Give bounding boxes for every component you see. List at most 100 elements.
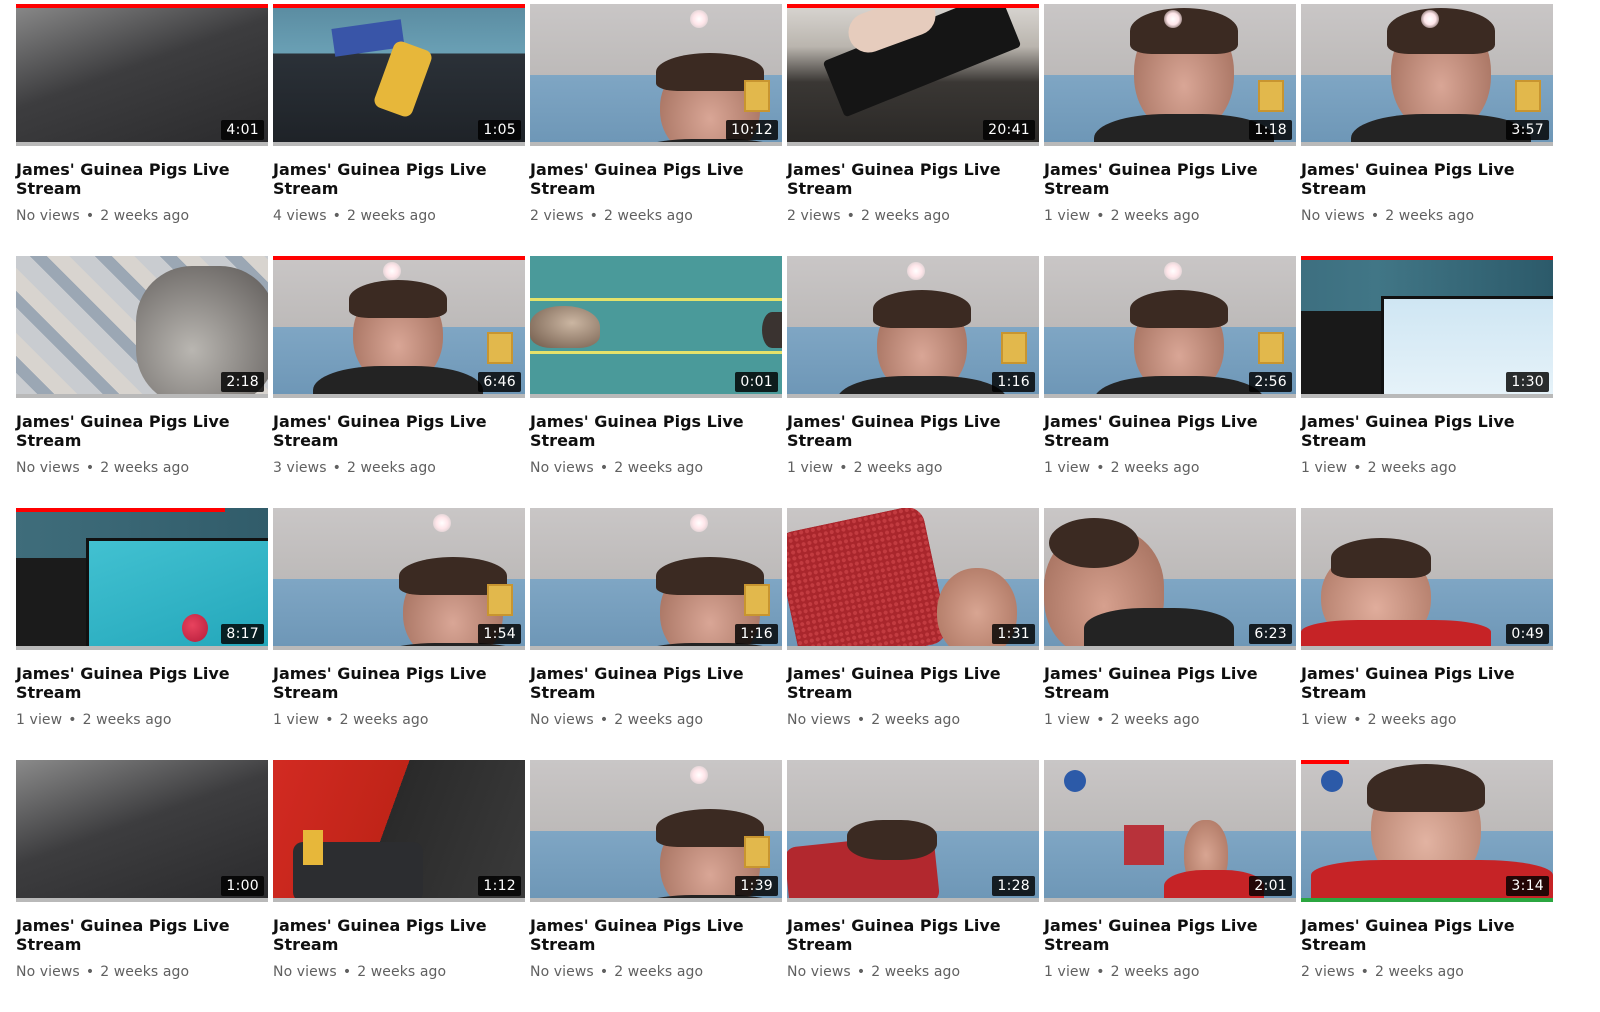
video-metadata: No views • 2 weeks ago: [16, 208, 268, 224]
video-title[interactable]: James' Guinea Pigs Live Stream: [787, 412, 1027, 450]
video-thumbnail[interactable]: 1:05: [273, 4, 525, 146]
video-thumbnail[interactable]: 1:16: [787, 256, 1039, 398]
video-thumbnail[interactable]: 20:41: [787, 4, 1039, 146]
watch-progress-fill: [1301, 760, 1349, 764]
video-thumbnail[interactable]: 2:01: [1044, 760, 1296, 902]
video-thumbnail[interactable]: 4:01: [16, 4, 268, 146]
video-thumbnail[interactable]: 0:01: [530, 256, 782, 398]
view-count: No views: [787, 712, 851, 728]
video-thumbnail[interactable]: 1:00: [16, 760, 268, 902]
video-card[interactable]: 1:00 James' Guinea Pigs Live Stream No vie…: [16, 760, 268, 1012]
video-title[interactable]: James' Guinea Pigs Live Stream: [1301, 160, 1541, 198]
video-card[interactable]: 8:17 James' Guinea Pigs Live Stream 1 view…: [16, 508, 268, 760]
clock: [1064, 770, 1086, 792]
video-card[interactable]: 6:23 James' Guinea Pigs Live Stream 1 view…: [1044, 508, 1296, 760]
thumbnail-bottom-bar: [273, 142, 525, 146]
video-thumbnail[interactable]: 1:39: [530, 760, 782, 902]
thumbnail-bottom-bar: [1044, 646, 1296, 650]
ceiling-light: [1421, 10, 1439, 28]
video-title[interactable]: James' Guinea Pigs Live Stream: [1044, 412, 1284, 450]
video-card[interactable]: 10:12 James' Guinea Pigs Live Stream 2 vie…: [530, 4, 782, 256]
video-thumbnail[interactable]: 6:46: [273, 256, 525, 398]
video-thumbnail[interactable]: 3:57: [1301, 4, 1553, 146]
video-title[interactable]: James' Guinea Pigs Live Stream: [787, 664, 1027, 702]
video-title[interactable]: James' Guinea Pigs Live Stream: [1301, 412, 1541, 450]
video-title[interactable]: James' Guinea Pigs Live Stream: [273, 916, 513, 954]
video-title[interactable]: James' Guinea Pigs Live Stream: [787, 160, 1027, 198]
video-thumbnail[interactable]: 1:28: [787, 760, 1039, 902]
view-count: No views: [1301, 208, 1365, 224]
video-card[interactable]: 0:49 James' Guinea Pigs Live Stream 1 view…: [1301, 508, 1553, 760]
video-thumbnail[interactable]: 8:17: [16, 508, 268, 650]
video-thumbnail[interactable]: 10:12: [530, 4, 782, 146]
video-title[interactable]: James' Guinea Pigs Live Stream: [16, 412, 256, 450]
video-title[interactable]: James' Guinea Pigs Live Stream: [1044, 664, 1284, 702]
video-thumbnail[interactable]: 2:56: [1044, 256, 1296, 398]
video-card[interactable]: 0:01 James' Guinea Pigs Live Stream No vie…: [530, 256, 782, 508]
view-count: 1 view: [273, 712, 320, 728]
video-thumbnail[interactable]: 6:23: [1044, 508, 1296, 650]
duration-badge: 1:31: [992, 624, 1035, 644]
video-thumbnail[interactable]: 1:54: [273, 508, 525, 650]
separator-dot: •: [68, 712, 77, 728]
video-title[interactable]: James' Guinea Pigs Live Stream: [273, 664, 513, 702]
video-title[interactable]: James' Guinea Pigs Live Stream: [16, 916, 256, 954]
video-title[interactable]: James' Guinea Pigs Live Stream: [530, 664, 770, 702]
ceiling-light: [1164, 262, 1182, 280]
video-title[interactable]: James' Guinea Pigs Live Stream: [1044, 916, 1284, 954]
video-card[interactable]: 3:57 James' Guinea Pigs Live Stream No vie…: [1301, 4, 1553, 256]
poster: [1258, 332, 1284, 364]
separator-dot: •: [856, 964, 866, 980]
video-card[interactable]: 4:01 James' Guinea Pigs Live Stream No vie…: [16, 4, 268, 256]
duration-badge: 1:16: [735, 624, 778, 644]
poster: [1515, 80, 1541, 112]
video-thumbnail[interactable]: 1:30: [1301, 256, 1553, 398]
video-thumbnail[interactable]: 0:49: [1301, 508, 1553, 650]
video-thumbnail[interactable]: 1:12: [273, 760, 525, 902]
video-thumbnail[interactable]: 2:18: [16, 256, 268, 398]
video-card[interactable]: 20:41 James' Guinea Pigs Live Stream 2 vie…: [787, 4, 1039, 256]
thumbnail-bottom-bar: [16, 142, 268, 146]
video-card[interactable]: 1:12 James' Guinea Pigs Live Stream No vie…: [273, 760, 525, 1012]
video-card[interactable]: 1:31 James' Guinea Pigs Live Stream No vie…: [787, 508, 1039, 760]
video-card[interactable]: 3:14 James' Guinea Pigs Live Stream 2 view…: [1301, 760, 1553, 1012]
video-card[interactable]: 2:56 James' Guinea Pigs Live Stream 1 view…: [1044, 256, 1296, 508]
video-title[interactable]: James' Guinea Pigs Live Stream: [530, 916, 770, 954]
thumbnail-bottom-bar: [1301, 646, 1553, 650]
video-thumbnail[interactable]: 1:16: [530, 508, 782, 650]
video-thumbnail[interactable]: 1:31: [787, 508, 1039, 650]
view-count: No views: [530, 712, 594, 728]
video-title[interactable]: James' Guinea Pigs Live Stream: [1301, 916, 1541, 954]
video-card[interactable]: 1:39 James' Guinea Pigs Live Stream No vie…: [530, 760, 782, 1012]
thumbnail-bottom-bar: [530, 394, 782, 398]
video-card[interactable]: 2:18 James' Guinea Pigs Live Stream No vie…: [16, 256, 268, 508]
upload-age: 2 weeks ago: [853, 460, 943, 476]
video-card[interactable]: 1:28 James' Guinea Pigs Live Stream No vie…: [787, 760, 1039, 1012]
upload-age: 2 weeks ago: [1110, 964, 1200, 980]
view-count: No views: [530, 460, 594, 476]
video-title[interactable]: James' Guinea Pigs Live Stream: [530, 160, 770, 198]
watch-progress-bar: [1301, 256, 1553, 260]
video-title[interactable]: James' Guinea Pigs Live Stream: [1044, 160, 1284, 198]
video-title[interactable]: James' Guinea Pigs Live Stream: [1301, 664, 1541, 702]
video-card[interactable]: 2:01 James' Guinea Pigs Live Stream 1 view…: [1044, 760, 1296, 1012]
video-card[interactable]: 1:16 James' Guinea Pigs Live Stream 1 view…: [787, 256, 1039, 508]
video-card[interactable]: 6:46 James' Guinea Pigs Live Stream 3 view…: [273, 256, 525, 508]
video-card[interactable]: 1:16 James' Guinea Pigs Live Stream No vie…: [530, 508, 782, 760]
upload-age: 2 weeks ago: [860, 208, 950, 224]
thumbnail-bottom-bar: [273, 898, 525, 902]
view-count: No views: [273, 964, 337, 980]
video-title[interactable]: James' Guinea Pigs Live Stream: [273, 412, 513, 450]
video-thumbnail[interactable]: 3:14: [1301, 760, 1553, 902]
video-title[interactable]: James' Guinea Pigs Live Stream: [530, 412, 770, 450]
video-title[interactable]: James' Guinea Pigs Live Stream: [16, 160, 256, 198]
video-card[interactable]: 1:30 James' Guinea Pigs Live Stream 1 view…: [1301, 256, 1553, 508]
video-card[interactable]: 1:54 James' Guinea Pigs Live Stream 1 view…: [273, 508, 525, 760]
video-title[interactable]: James' Guinea Pigs Live Stream: [273, 160, 513, 198]
video-card[interactable]: 1:18 James' Guinea Pigs Live Stream 1 view…: [1044, 4, 1296, 256]
thumbnail-bottom-bar: [787, 142, 1039, 146]
video-thumbnail[interactable]: 1:18: [1044, 4, 1296, 146]
video-title[interactable]: James' Guinea Pigs Live Stream: [787, 916, 1027, 954]
video-card[interactable]: 1:05 James' Guinea Pigs Live Stream 4 view…: [273, 4, 525, 256]
video-title[interactable]: James' Guinea Pigs Live Stream: [16, 664, 256, 702]
